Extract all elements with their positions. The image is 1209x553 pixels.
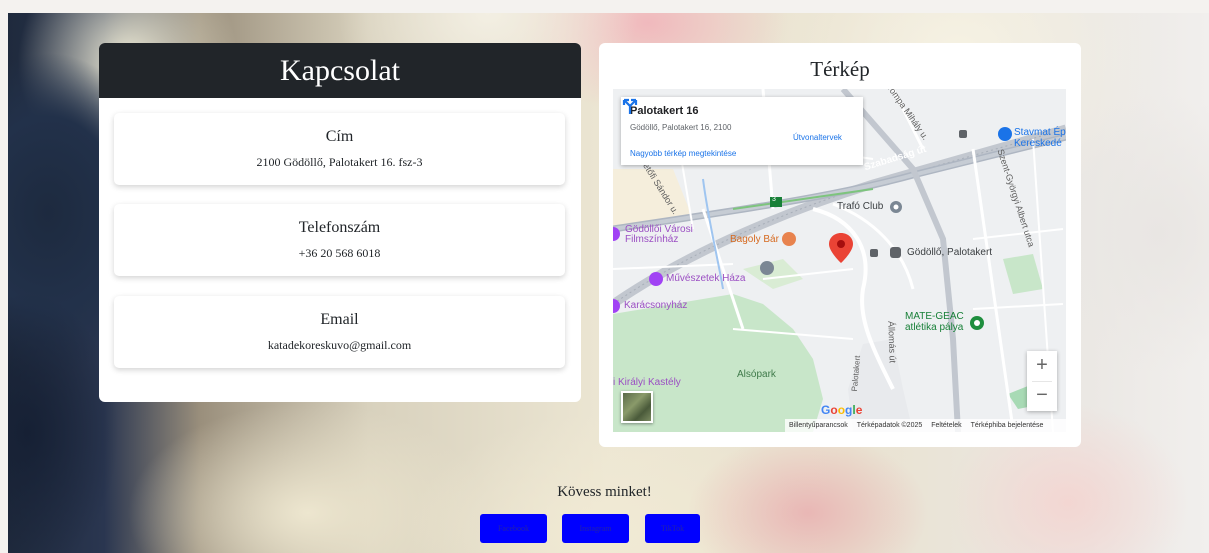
instagram-button[interactable]: Instagram xyxy=(562,514,629,543)
map-label-karacsony: Karácsonyház xyxy=(624,300,688,311)
map-label-bagoly: Bagoly Bár xyxy=(730,234,779,245)
map-info-popup: Palotakert 16 Gödöllő, Palotakert 16, 21… xyxy=(621,97,863,165)
map-label-palotakert-stop: Gödöllő, Palotakert xyxy=(907,247,993,258)
terms-link[interactable]: Feltételek xyxy=(931,422,961,429)
map-label-route-number: 3 xyxy=(772,196,776,203)
map-label-stavmat-2: Kereskedé xyxy=(1014,138,1062,149)
email-label: Email xyxy=(320,311,359,328)
larger-map-link[interactable]: Nagyobb térkép megtekintése xyxy=(630,149,736,158)
map-title: Térkép xyxy=(810,57,870,81)
map-label-varosi-2: Filmszínház xyxy=(625,234,679,245)
map-card: Térkép Szabadság út Tompa Mihály u. Pető… xyxy=(599,43,1081,447)
facebook-button[interactable]: Facebook xyxy=(480,514,547,543)
zoom-in-button[interactable]: + xyxy=(1027,351,1057,381)
google-logo: Google xyxy=(821,403,863,417)
phone-value: +36 20 568 6018 xyxy=(298,246,381,260)
email-box: Email katadekoreskuvo@gmail.com xyxy=(114,296,565,368)
phone-label: Telefonszám xyxy=(298,219,381,236)
map-label-trafo: Trafó Club xyxy=(837,201,884,212)
address-label: Cím xyxy=(325,128,354,145)
map-zoom-controls: + − xyxy=(1027,351,1057,411)
address-box: Cím 2100 Gödöllő, Palotakert 16. fsz-3 xyxy=(114,113,565,185)
map-attribution-bar: Billentyűparancsok Térképadatok ©2025 Fe… xyxy=(785,419,1066,432)
popup-address: Gödöllő, Palotakert 16, 2100 xyxy=(630,123,732,132)
zoom-out-button[interactable]: − xyxy=(1027,381,1057,411)
map-data-text: Térképadatok ©2025 xyxy=(856,422,923,429)
address-value: 2100 Gödöllő, Palotakert 16. fsz-3 xyxy=(256,155,423,169)
popup-place-name: Palotakert 16 xyxy=(630,105,699,117)
directions-link[interactable]: Útvonaltervek xyxy=(793,133,842,142)
map-label-kiraly: i Királyi Kastély xyxy=(613,377,681,388)
satellite-view-toggle[interactable] xyxy=(621,391,653,423)
map-label-allomas: Állomás út xyxy=(886,320,898,364)
keyboard-shortcuts-link[interactable]: Billentyűparancsok xyxy=(789,422,848,429)
follow-us-text: Kövess minket! xyxy=(557,484,652,500)
directions-icon[interactable] xyxy=(621,97,639,115)
contact-title: Kapcsolat xyxy=(99,43,581,98)
phone-box: Telefonszám +36 20 568 6018 xyxy=(114,204,565,276)
map-label-stavmat: Stavmat Ép xyxy=(1014,127,1066,138)
contact-card: Kapcsolat Cím 2100 Gödöllő, Palotakert 1… xyxy=(99,43,581,402)
embedded-map[interactable]: Szabadság út Tompa Mihály u. Petőfi Sánd… xyxy=(613,89,1066,432)
map-label-alsopark: Alsópark xyxy=(737,369,776,380)
map-label-mate-1: MATE-GEAC xyxy=(905,311,964,322)
tiktok-button[interactable]: TikTok xyxy=(645,514,700,543)
email-value: katadekoreskuvo@gmail.com xyxy=(267,338,412,352)
report-error-link[interactable]: Térképhiba bejelentése xyxy=(971,422,1044,429)
map-label-muveszetek: Művészetek Háza xyxy=(666,273,746,284)
map-label-mate-2: atlétika pálya xyxy=(905,322,964,333)
